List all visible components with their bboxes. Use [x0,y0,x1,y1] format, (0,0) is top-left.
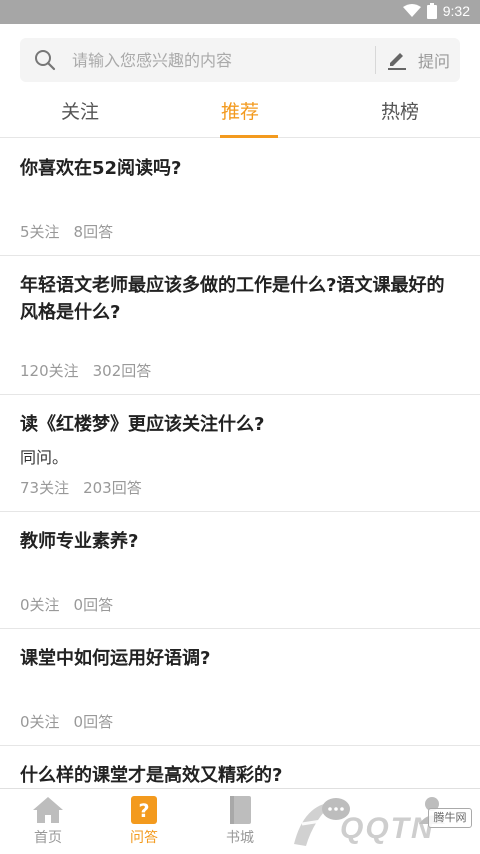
follow-count: 120关注 [20,362,79,380]
question-icon: ? [131,796,157,824]
answer-count: 0回答 [73,596,114,614]
tab-active-indicator [220,135,278,138]
question-description: 同问。 [20,448,69,467]
search-input[interactable] [72,47,362,73]
chat-icon [322,798,350,820]
nav-home-label: 首页 [34,830,62,846]
nav-profile[interactable] [400,795,464,827]
question-meta: 5关注 8回答 [20,221,113,242]
answer-count: 203回答 [83,479,142,497]
question-title: 读《红楼梦》更应该关注什么? [20,414,265,435]
status-bar: 9:32 [0,0,480,24]
tab-recommend-label: 推荐 [220,101,259,123]
question-item[interactable]: 课堂中如何运用好语调? 0关注 0回答 [0,629,480,746]
follow-count: 5关注 [20,223,60,241]
home-icon [33,797,63,823]
question-meta: 0关注 0回答 [20,711,113,732]
answer-count: 8回答 [73,223,114,241]
question-meta: 0关注 0回答 [20,594,113,615]
follow-count: 0关注 [20,713,60,731]
question-item[interactable]: 教师专业素养? 0关注 0回答 [0,512,480,629]
question-title: 课堂中如何运用好语调? [20,648,211,669]
battery-icon [426,3,437,19]
ask-label: 提问 [418,52,451,71]
nav-chat[interactable] [304,795,368,827]
nav-bookstore-label: 书城 [226,830,254,846]
answer-count: 302回答 [92,362,152,380]
tab-follow[interactable]: 关注 [25,90,135,136]
tab-recommend[interactable]: 推荐 [185,90,295,138]
pencil-icon [388,53,406,70]
nav-home[interactable]: 首页 [16,795,80,847]
answer-count: 0回答 [73,713,114,731]
question-meta: 73关注 203回答 [20,477,142,498]
bottom-nav: 首页 ? 问答 书城 [0,788,480,854]
question-title: 你喜欢在52阅读吗? [20,158,182,179]
question-title: 年轻语文老师最应该多做的工作是什么?语文课最好的风格是什么? [20,275,445,323]
ask-button[interactable]: 提问 [386,38,460,82]
search-icon [35,50,56,71]
follow-count: 0关注 [20,596,60,614]
question-meta: 120关注 302回答 [20,360,151,381]
svg-text:?: ? [138,800,149,822]
status-time: 9:32 [442,3,470,19]
book-icon [230,796,251,824]
nav-qa[interactable]: ? 问答 [112,795,176,847]
question-item[interactable]: 读《红楼梦》更应该关注什么? 同问。 73关注 203回答 [0,395,480,512]
question-item[interactable]: 年轻语文老师最应该多做的工作是什么?语文课最好的风格是什么? 120关注 302… [0,256,480,395]
tab-hot[interactable]: 热榜 [345,90,455,136]
nav-qa-label: 问答 [130,830,158,846]
tab-hot-label: 热榜 [380,101,419,123]
profile-icon [419,797,445,824]
tab-follow-label: 关注 [60,101,99,123]
follow-count: 73关注 [20,479,70,497]
tab-bar: 关注 推荐 热榜 [0,90,480,138]
search-bar: 提问 [20,38,460,82]
question-item[interactable]: 你喜欢在52阅读吗? 5关注 8回答 [0,139,480,256]
question-feed: 你喜欢在52阅读吗? 5关注 8回答 年轻语文老师最应该多做的工作是什么?语文课… [0,139,480,796]
nav-bookstore[interactable]: 书城 [208,795,272,847]
wifi-icon [402,4,421,17]
question-title: 教师专业素养? [20,531,139,552]
question-title: 什么样的课堂才是高效又精彩的? [20,765,283,786]
search-divider [375,46,376,74]
status-icons: 9:32 [402,3,470,19]
